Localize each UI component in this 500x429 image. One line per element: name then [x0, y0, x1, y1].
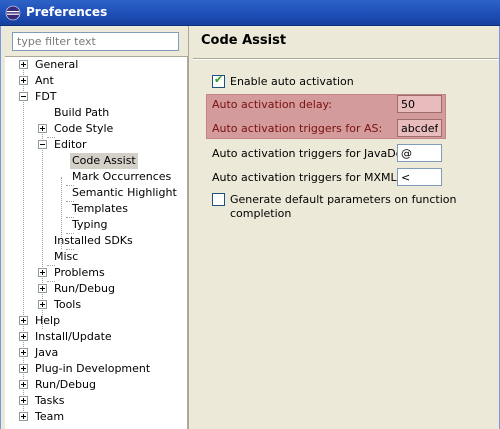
expand-icon[interactable]	[19, 332, 28, 341]
javadoc-triggers-label: Auto activation triggers for JavaDoc:	[212, 147, 413, 160]
expand-icon[interactable]	[19, 412, 28, 421]
tree-item-install-update[interactable]: Install/Update	[5, 329, 188, 345]
navigation-pane: General Ant FDT Build Path Code Style Ed…	[5, 29, 188, 429]
tree-item-label: Install/Update	[35, 330, 112, 343]
tree-item-code-assist[interactable]: Code Assist	[5, 153, 188, 169]
expand-icon[interactable]	[19, 348, 28, 357]
tree-item-mark-occurrences[interactable]: Mark Occurrences	[5, 169, 188, 185]
tree-item-java[interactable]: Java	[5, 345, 188, 361]
tree-item-label: Team	[35, 410, 65, 423]
generate-defaults-label: Generate default parameters on function …	[230, 193, 457, 220]
tree-item-problems[interactable]: Problems	[5, 265, 188, 281]
tree-item-label: Build Path	[54, 106, 110, 119]
tree-item-label: Java	[35, 346, 59, 359]
tree-item-label: Typing	[72, 218, 108, 231]
expand-icon[interactable]	[19, 60, 28, 69]
expand-icon[interactable]	[38, 268, 47, 277]
dialog-body: General Ant FDT Build Path Code Style Ed…	[0, 26, 500, 429]
tree-item-help[interactable]: Help	[5, 313, 188, 329]
tree-item-plugin-development[interactable]: Plug-in Development	[5, 361, 188, 377]
tree-item-label: Help	[35, 314, 61, 327]
tree-item-fdt[interactable]: FDT	[5, 89, 188, 105]
tree-item-label: Problems	[54, 266, 105, 279]
tree-item-installed-sdks[interactable]: Installed SDKs	[5, 233, 188, 249]
expand-icon[interactable]	[19, 380, 28, 389]
tree-item-build-path[interactable]: Build Path	[5, 105, 188, 121]
tree-item-typing[interactable]: Typing	[5, 217, 188, 233]
title-bar[interactable]: Preferences	[0, 0, 500, 26]
tree-item-semantic-highlight[interactable]: Semantic Highlight	[5, 185, 188, 201]
preference-tree[interactable]: General Ant FDT Build Path Code Style Ed…	[5, 56, 188, 429]
tree-item-ant[interactable]: Ant	[5, 73, 188, 89]
enable-auto-activation-label: Enable auto activation	[230, 75, 354, 88]
mxml-triggers-field[interactable]	[397, 168, 442, 186]
tree-item-misc[interactable]: Misc	[5, 249, 188, 265]
expand-icon[interactable]	[19, 76, 28, 85]
tree-item-templates[interactable]: Templates	[5, 201, 188, 217]
tree-item-label: Run/Debug	[54, 282, 115, 295]
expand-icon[interactable]	[19, 364, 28, 373]
window-title: Preferences	[26, 5, 108, 19]
expand-icon[interactable]	[38, 124, 47, 133]
tree-item-tasks[interactable]: Tasks	[5, 393, 188, 409]
tree-item-label: Mark Occurrences	[72, 170, 172, 183]
tree-item-label: Semantic Highlight	[72, 186, 177, 199]
expand-icon[interactable]	[19, 316, 28, 325]
title-separator	[193, 58, 499, 60]
page-title: Code Assist	[201, 33, 287, 48]
auto-activation-delay-field[interactable]	[397, 95, 442, 113]
tree-item-label: Run/Debug	[35, 378, 96, 391]
mxml-triggers-label: Auto activation triggers for MXML:	[212, 171, 401, 184]
tree-item-label: Editor	[54, 138, 87, 151]
tree-item-tools[interactable]: Tools	[5, 297, 188, 313]
javadoc-triggers-field[interactable]	[397, 144, 442, 162]
enable-auto-activation-checkbox[interactable]	[212, 73, 225, 88]
generate-defaults-checkbox[interactable]	[212, 193, 225, 206]
tree-item-label: Tasks	[35, 394, 65, 407]
tree-item-editor[interactable]: Editor	[5, 137, 188, 153]
as-triggers-field[interactable]	[397, 119, 442, 137]
tree-item-label: Templates	[72, 202, 128, 215]
tree-item-label: Code Assist	[70, 153, 138, 169]
expand-icon[interactable]	[38, 284, 47, 293]
auto-activation-delay-label: Auto activation delay:	[212, 98, 332, 111]
as-triggers-label: Auto activation triggers for AS:	[212, 122, 383, 135]
collapse-icon[interactable]	[19, 92, 28, 101]
collapse-icon[interactable]	[38, 140, 47, 149]
expand-icon[interactable]	[38, 300, 47, 309]
expand-icon[interactable]	[19, 396, 28, 405]
tree-item-label: Installed SDKs	[54, 234, 133, 247]
tree-item-general[interactable]: General	[5, 57, 188, 73]
tree-item-label: General	[35, 58, 79, 71]
tree-item-code-style[interactable]: Code Style	[5, 121, 188, 137]
tree-item-run-debug[interactable]: Run/Debug	[5, 377, 188, 393]
tree-item-label: Code Style	[54, 122, 114, 135]
tree-item-label: Tools	[54, 298, 82, 311]
filter-input[interactable]	[12, 32, 179, 51]
tree-item-team[interactable]: Team	[5, 409, 188, 425]
tree-item-fdt-run-debug[interactable]: Run/Debug	[5, 281, 188, 297]
tree-item-label: Misc	[54, 250, 79, 263]
tree-item-label: FDT	[35, 90, 57, 103]
tree-item-label: Plug-in Development	[35, 362, 151, 375]
preference-page: Code Assist Enable auto activation Auto …	[193, 26, 499, 429]
eclipse-icon	[5, 5, 21, 21]
tree-item-label: Ant	[35, 74, 54, 87]
